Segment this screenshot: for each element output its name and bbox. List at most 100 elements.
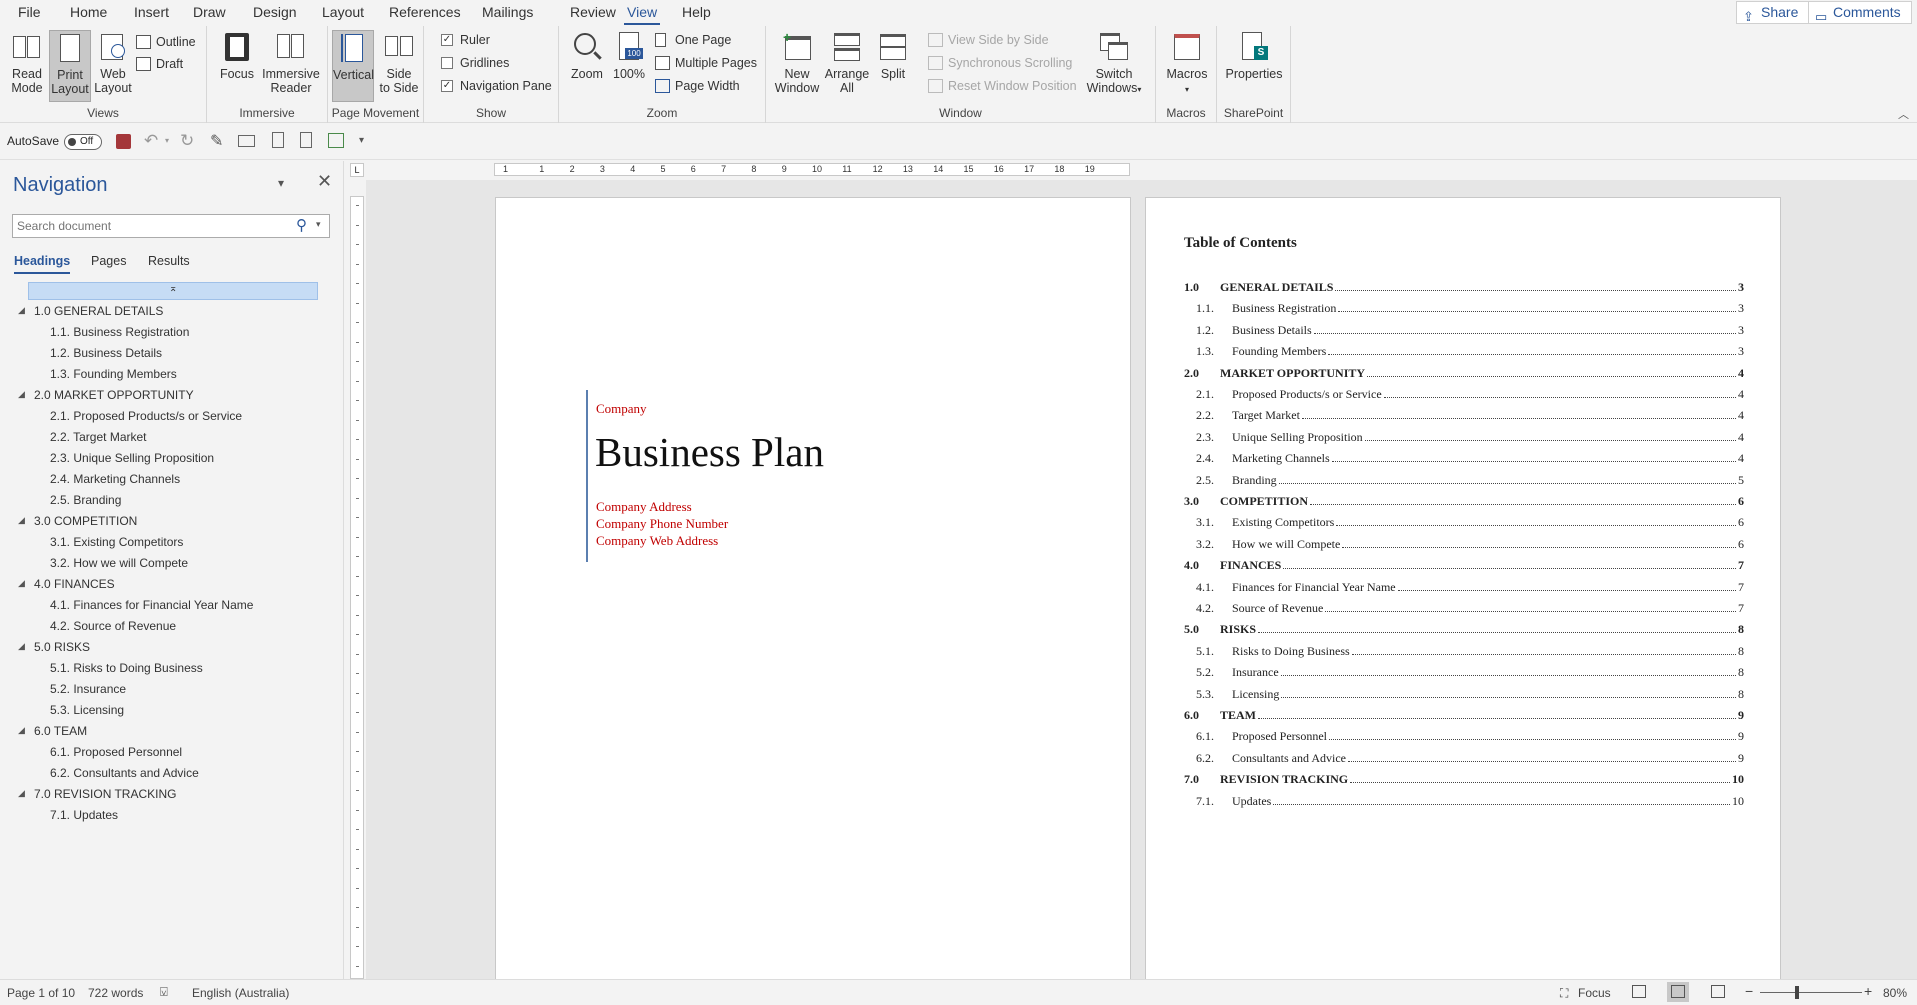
navigation-pane-checkbox[interactable]: ✓ Navigation Pane	[438, 76, 552, 96]
toc-entry[interactable]: 1.2. Business Details 3	[1184, 321, 1744, 339]
toc-entry[interactable]: 3.2. How we will Compete 6	[1184, 535, 1744, 553]
collapse-triangle-icon[interactable]: ◢	[18, 578, 25, 589]
spelling-icon[interactable]: ✎	[210, 131, 223, 151]
nav-heading-item[interactable]: 6.1. Proposed Personnel	[0, 743, 330, 761]
nav-heading-item[interactable]: 5.1. Risks to Doing Business	[0, 659, 330, 677]
undo-icon[interactable]: ↶	[144, 131, 158, 151]
draft-button[interactable]: Draft	[134, 54, 183, 74]
one-page-button[interactable]: One Page	[653, 30, 731, 50]
toc-entry[interactable]: 1.1. Business Registration 3	[1184, 299, 1744, 317]
toc-entry[interactable]: 3.1. Existing Competitors 6	[1184, 513, 1744, 531]
ruler-checkbox[interactable]: ✓ Ruler	[438, 30, 490, 50]
tab-file[interactable]: File	[15, 3, 44, 25]
toc-entry[interactable]: 6.1. Proposed Personnel 9	[1184, 727, 1744, 745]
immersive-reader-button[interactable]: Immersive Reader	[259, 30, 323, 95]
zoom-slider[interactable]	[1760, 992, 1862, 993]
zoom-level[interactable]: 80%	[1883, 986, 1907, 1000]
search-icon[interactable]: ⚲	[296, 216, 307, 234]
collapse-ribbon-icon[interactable]: ︿	[1898, 106, 1909, 122]
new-window-button[interactable]: + New Window	[774, 30, 820, 95]
zoom-in-button[interactable]: +	[1864, 983, 1872, 999]
tab-references[interactable]: References	[386, 3, 464, 25]
toc-entry[interactable]: 5.0 RISKS 8	[1184, 620, 1744, 638]
focus-button[interactable]: Focus	[217, 30, 257, 81]
toc-page[interactable]: Table of Contents 1.0 GENERAL DETAILS 3 1.1…	[1145, 197, 1781, 979]
tab-design[interactable]: Design	[250, 3, 300, 25]
zoom-100-button[interactable]: 100 100%	[611, 30, 647, 81]
page-count[interactable]: Page 1 of 10	[7, 986, 75, 1000]
collapse-triangle-icon[interactable]: ◢	[18, 788, 25, 799]
toc-entry[interactable]: 2.2. Target Market 4	[1184, 406, 1744, 424]
read-mode-button[interactable]: Read Mode	[6, 30, 48, 95]
comments-button[interactable]: ▭ Comments	[1808, 1, 1912, 24]
outline-button[interactable]: Outline	[134, 32, 196, 52]
synchronous-scrolling-button[interactable]: Synchronous Scrolling	[926, 53, 1072, 73]
arrange-all-button[interactable]: Arrange All	[824, 30, 870, 95]
chevron-down-icon[interactable]: ▾	[165, 136, 169, 145]
toc-entry[interactable]: 5.3. Licensing 8	[1184, 685, 1744, 703]
nav-heading-item[interactable]: ◢ 1.0 GENERAL DETAILS	[0, 302, 330, 320]
web-layout-button[interactable]: Web Layout	[92, 30, 134, 95]
multiple-pages-button[interactable]: Multiple Pages	[653, 53, 757, 73]
nav-heading-item[interactable]: 1.2. Business Details	[0, 344, 330, 362]
customize-qat-icon[interactable]: ▾	[359, 135, 364, 146]
side-to-side-button[interactable]: Side to Side	[378, 30, 420, 95]
nav-heading-item[interactable]: 2.1. Proposed Products/s or Service	[0, 407, 330, 425]
open-folder-icon[interactable]	[238, 135, 255, 147]
switch-windows-button[interactable]: Switch Windows▾	[1082, 30, 1146, 97]
tab-insert[interactable]: Insert	[131, 3, 172, 25]
toc-entry[interactable]: 6.2. Consultants and Advice 9	[1184, 749, 1744, 767]
tab-draw[interactable]: Draw	[190, 3, 229, 25]
nav-heading-item[interactable]: ◢ 4.0 FINANCES	[0, 575, 330, 593]
nav-heading-item[interactable]: 7.1. Updates	[0, 806, 330, 824]
tab-view[interactable]: View	[624, 3, 661, 25]
collapse-triangle-icon[interactable]: ◢	[18, 305, 25, 316]
nav-heading-item[interactable]: ◢ 5.0 RISKS	[0, 638, 330, 656]
nav-tab-results[interactable]: Results	[148, 254, 190, 274]
reset-window-position-button[interactable]: Reset Window Position	[926, 76, 1077, 96]
save-icon[interactable]	[116, 134, 131, 149]
nav-heading-item[interactable]: 4.1. Finances for Financial Year Name	[0, 596, 330, 614]
toc-entry[interactable]: 4.0 FINANCES 7	[1184, 556, 1744, 574]
toc-entry[interactable]: 4.2. Source of Revenue 7	[1184, 599, 1744, 617]
print-icon[interactable]	[328, 133, 344, 148]
print-preview-icon[interactable]	[300, 132, 312, 148]
search-document-box[interactable]: ⚲ ▾	[12, 214, 330, 238]
nav-tab-headings[interactable]: Headings	[14, 254, 71, 274]
zoom-slider-thumb[interactable]	[1795, 986, 1799, 999]
share-button[interactable]: ⇪ Share	[1736, 1, 1811, 24]
horizontal-ruler[interactable]: 1 1 2 3 4 5 6 7 8 9 10 11 12 13 14 15 16 17 18 19	[494, 163, 1130, 176]
nav-heading-item[interactable]: 2.5. Branding	[0, 491, 330, 509]
view-side-by-side-button[interactable]: View Side by Side	[926, 30, 1049, 50]
toc-entry[interactable]: 2.5. Branding 5	[1184, 471, 1744, 489]
nav-heading-item[interactable]: 1.1. Business Registration	[0, 323, 330, 341]
selected-heading-bar[interactable]: ⌅	[28, 282, 318, 300]
vertical-ruler[interactable]	[350, 196, 364, 979]
nav-heading-item[interactable]: 2.4. Marketing Channels	[0, 470, 330, 488]
document-area[interactable]: Company Business Plan Company Address Co…	[366, 180, 1917, 979]
toc-entry[interactable]: 1.3. Founding Members 3	[1184, 342, 1744, 360]
tab-layout[interactable]: Layout	[319, 3, 367, 25]
nav-heading-item[interactable]: 3.1. Existing Competitors	[0, 533, 330, 551]
language-indicator[interactable]: English (Australia)	[192, 986, 289, 1000]
search-input[interactable]	[17, 218, 287, 234]
tab-mailings[interactable]: Mailings	[479, 3, 536, 25]
zoom-out-button[interactable]: −	[1745, 983, 1753, 999]
toc-entry[interactable]: 7.1. Updates 10	[1184, 792, 1744, 810]
toc-entry[interactable]: 2.4. Marketing Channels 4	[1184, 449, 1744, 467]
tab-review[interactable]: Review	[567, 3, 619, 25]
tab-selector-icon[interactable]: L	[350, 163, 364, 177]
word-count[interactable]: 722 words	[88, 986, 143, 1000]
nav-heading-item[interactable]: 2.2. Target Market	[0, 428, 330, 446]
pane-options-icon[interactable]: ▾	[278, 176, 284, 190]
vertical-button[interactable]: Vertical	[332, 30, 374, 102]
toc-entry[interactable]: 4.1. Finances for Financial Year Name 7	[1184, 578, 1744, 596]
cover-page[interactable]: Company Business Plan Company Address Co…	[495, 197, 1131, 979]
nav-heading-item[interactable]: 5.3. Licensing	[0, 701, 330, 719]
gridlines-checkbox[interactable]: Gridlines	[438, 53, 509, 73]
web-layout-view-icon[interactable]	[1711, 985, 1725, 998]
toc-entry[interactable]: 5.2. Insurance 8	[1184, 663, 1744, 681]
toc-entry[interactable]: 3.0 COMPETITION 6	[1184, 492, 1744, 510]
zoom-button[interactable]: Zoom	[567, 30, 607, 81]
tab-help[interactable]: Help	[679, 3, 714, 25]
